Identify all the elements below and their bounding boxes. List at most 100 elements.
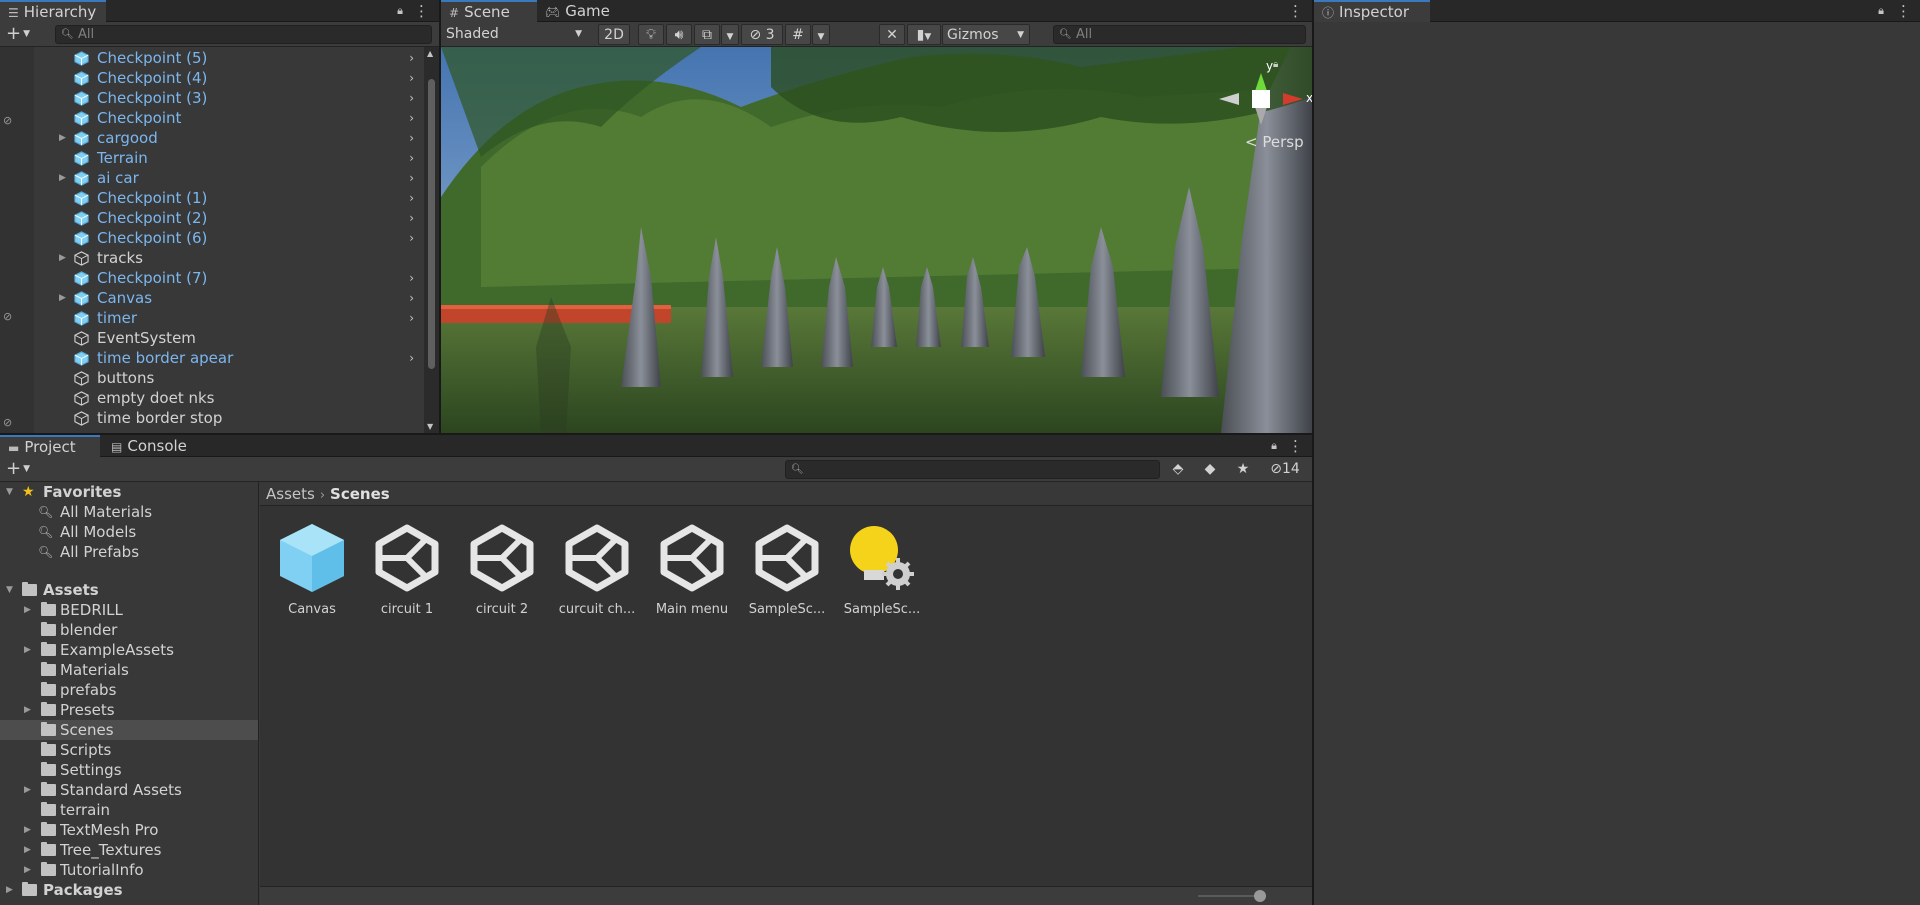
project-folder-item[interactable]: ▶ Tree_Textures — [0, 840, 258, 860]
open-prefab-arrow-icon[interactable]: › — [409, 48, 414, 68]
open-prefab-arrow-icon[interactable]: › — [409, 188, 414, 208]
hierarchy-item[interactable]: Checkpoint (1) › — [34, 188, 424, 208]
project-folder-item[interactable]: ▶ TutorialInfo — [0, 860, 258, 880]
expand-triangle-icon[interactable]: ▶ — [59, 248, 66, 268]
asset-item[interactable]: SampleSc... — [742, 522, 832, 617]
expand-triangle-icon[interactable]: ▼ — [6, 482, 13, 502]
hierarchy-item[interactable]: Terrain › — [34, 148, 424, 168]
hierarchy-item[interactable]: empty doet nks — [34, 388, 424, 408]
assets-root-folder[interactable]: ▼ Assets — [0, 580, 258, 600]
effects-dropdown-icon[interactable]: ▼ — [721, 24, 739, 45]
hierarchy-item[interactable]: Checkpoint (7) › — [34, 268, 424, 288]
icon-size-slider-handle[interactable] — [1254, 890, 1266, 902]
project-folder-item[interactable]: ▶ BEDRILL — [0, 600, 258, 620]
tab-scene[interactable]: # Scene — [441, 0, 537, 22]
scene-search-input[interactable]: 🔍︎ All — [1053, 25, 1306, 44]
asset-item[interactable]: Canvas — [267, 522, 357, 617]
project-folder-item[interactable]: Settings — [0, 760, 258, 780]
kebab-menu-icon[interactable]: ⋮ — [1288, 437, 1303, 455]
open-prefab-arrow-icon[interactable]: › — [409, 108, 414, 128]
kebab-menu-icon[interactable]: ⋮ — [1288, 2, 1303, 20]
hierarchy-item[interactable]: ▶ ai car › — [34, 168, 424, 188]
hierarchy-item[interactable]: Checkpoint › — [34, 108, 424, 128]
create-dropdown-button[interactable]: + ▼ — [6, 25, 30, 43]
project-folder-item[interactable]: ▶ ExampleAssets — [0, 640, 258, 660]
asset-item[interactable]: curcuit ch... — [552, 522, 642, 617]
tab-project[interactable]: ▬ Project — [0, 435, 100, 457]
audio-toggle-icon[interactable]: 🔊︎ — [666, 24, 692, 45]
expand-triangle-icon[interactable]: ▶ — [24, 640, 31, 660]
favorite-item[interactable]: 🔍︎ All Models — [0, 522, 258, 542]
open-prefab-arrow-icon[interactable]: › — [409, 228, 414, 248]
asset-item[interactable]: Main menu — [647, 522, 737, 617]
shading-mode-dropdown[interactable]: Shaded ▼ — [442, 24, 588, 45]
open-prefab-arrow-icon[interactable]: › — [409, 208, 414, 228]
toggle-2d-button[interactable]: 2D — [598, 24, 630, 45]
expand-triangle-icon[interactable]: ▶ — [24, 780, 31, 800]
hierarchy-item[interactable]: EventSystem — [34, 328, 424, 348]
grid-dropdown-icon[interactable]: ▼ — [812, 24, 830, 45]
hierarchy-item[interactable]: Checkpoint (2) › — [34, 208, 424, 228]
create-asset-dropdown-button[interactable]: + ▼ — [6, 460, 30, 478]
orientation-gizmo[interactable]: y 🔒︎ x < Persp — [1211, 57, 1312, 167]
lock-icon[interactable]: 🔒︎ — [1267, 437, 1281, 455]
asset-item[interactable]: circuit 2 — [457, 522, 547, 617]
open-prefab-arrow-icon[interactable]: › — [409, 308, 414, 328]
expand-triangle-icon[interactable]: ▶ — [24, 860, 31, 880]
tab-console[interactable]: ▤ Console — [103, 435, 197, 457]
expand-triangle-icon[interactable]: ▶ — [24, 600, 31, 620]
project-folder-item[interactable]: Materials — [0, 660, 258, 680]
hidden-packages-button[interactable]: ⊘14 — [1262, 459, 1308, 480]
gizmos-dropdown[interactable]: Gizmos ▼ — [942, 24, 1030, 45]
open-prefab-arrow-icon[interactable]: › — [409, 348, 414, 368]
project-folder-item[interactable]: terrain — [0, 800, 258, 820]
camera-dropdown-icon[interactable]: ▮▼ — [907, 24, 941, 45]
kebab-menu-icon[interactable]: ⋮ — [1896, 2, 1911, 20]
hidden-objects-button[interactable]: ⊘ 3 — [741, 24, 783, 45]
asset-item[interactable]: circuit 1 — [362, 522, 452, 617]
tab-hierarchy[interactable]: ☰ Hierarchy — [0, 0, 107, 22]
project-search-input[interactable]: 🔍︎ — [785, 460, 1160, 479]
project-folder-item[interactable]: ▶ Standard Assets — [0, 780, 258, 800]
project-folder-item[interactable]: ▶ TextMesh Pro — [0, 820, 258, 840]
expand-triangle-icon[interactable]: ▶ — [59, 168, 66, 188]
expand-triangle-icon[interactable]: ▶ — [24, 700, 31, 720]
expand-triangle-icon[interactable]: ▼ — [6, 580, 13, 600]
hidden-eye-icon[interactable]: ⊘ — [3, 310, 21, 324]
hierarchy-item[interactable]: ▶ Canvas › — [34, 288, 424, 308]
project-folder-item[interactable]: ▶ Presets — [0, 700, 258, 720]
expand-triangle-icon[interactable]: ▶ — [24, 820, 31, 840]
hierarchy-item[interactable]: buttons — [34, 368, 424, 388]
scrollbar-thumb[interactable] — [428, 79, 435, 369]
favorite-item[interactable]: 🔍︎ All Materials — [0, 502, 258, 522]
lock-icon[interactable]: 🔒︎ — [1874, 2, 1888, 20]
lighting-toggle-icon[interactable]: 💡︎ — [638, 24, 664, 45]
hierarchy-item[interactable]: time border apear › — [34, 348, 424, 368]
project-folder-item[interactable]: Scenes — [0, 720, 258, 740]
favorites-header[interactable]: ▼ ★ Favorites — [0, 482, 258, 502]
packages-root-folder[interactable]: ▶ Packages — [0, 880, 258, 900]
grid-snap-icon[interactable]: # — [785, 24, 811, 45]
kebab-menu-icon[interactable]: ⋮ — [414, 2, 429, 20]
open-prefab-arrow-icon[interactable]: › — [409, 128, 414, 148]
expand-triangle-icon[interactable]: ▶ — [59, 128, 66, 148]
scroll-up-icon[interactable]: ▲ — [427, 49, 433, 58]
hierarchy-item[interactable]: Checkpoint (3) › — [34, 88, 424, 108]
open-prefab-arrow-icon[interactable]: › — [409, 168, 414, 188]
search-by-type-icon[interactable]: ⬘ — [1165, 459, 1191, 480]
scroll-down-icon[interactable]: ▼ — [427, 422, 433, 431]
hierarchy-item[interactable]: timer › — [34, 308, 424, 328]
hierarchy-item[interactable]: Checkpoint (4) › — [34, 68, 424, 88]
search-by-label-icon[interactable]: ◆ — [1197, 459, 1223, 480]
hierarchy-item[interactable]: ▶ tracks — [34, 248, 424, 268]
favorite-item[interactable]: 🔍︎ All Prefabs — [0, 542, 258, 562]
hierarchy-item[interactable]: Checkpoint (5) › — [34, 48, 424, 68]
expand-triangle-icon[interactable]: ▶ — [6, 880, 13, 900]
open-prefab-arrow-icon[interactable]: › — [409, 148, 414, 168]
expand-triangle-icon[interactable]: ▶ — [59, 288, 66, 308]
lock-icon[interactable]: 🔒︎ — [393, 2, 407, 20]
hidden-eye-icon[interactable]: ⊘ — [3, 114, 21, 128]
open-prefab-arrow-icon[interactable]: › — [409, 288, 414, 308]
project-folder-item[interactable]: Scripts — [0, 740, 258, 760]
effects-toggle-icon[interactable]: ⧉ — [694, 24, 720, 45]
